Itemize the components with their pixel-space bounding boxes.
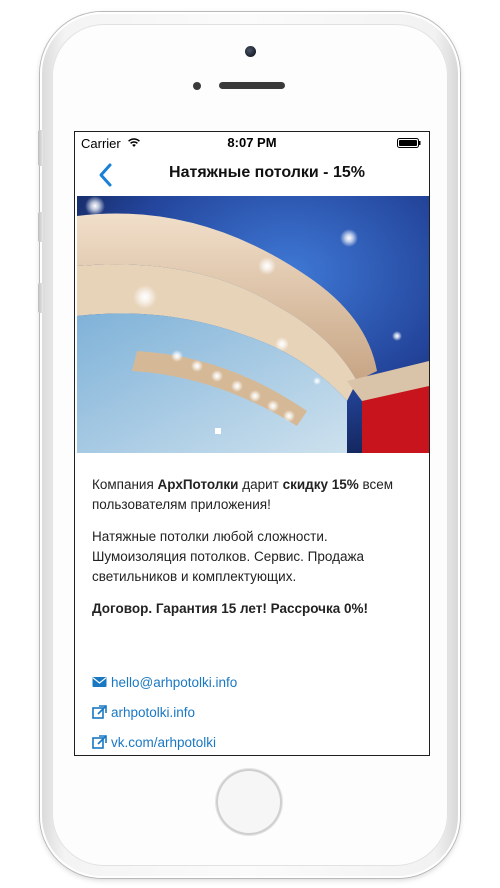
external-link-icon xyxy=(92,705,107,719)
website-link[interactable]: arhpotolki.info xyxy=(92,697,418,727)
proximity-sensor xyxy=(193,82,201,90)
front-camera xyxy=(245,46,256,57)
ceiling-photo xyxy=(77,196,429,453)
earpiece-speaker xyxy=(219,82,285,89)
chevron-left-icon xyxy=(99,163,112,187)
battery-icon xyxy=(397,138,421,148)
hero-image xyxy=(77,196,429,453)
home-button[interactable] xyxy=(216,769,282,835)
intro-text-middle: дарит xyxy=(238,477,283,492)
vk-link[interactable]: vk.com/arhpotolki xyxy=(92,727,418,755)
phone-screen: Carrier 8:07 PM Натяжные потолки - 15% К… xyxy=(74,131,430,756)
discount-text: скидку 15% xyxy=(282,477,359,492)
mute-switch xyxy=(38,130,43,166)
terms-paragraph: Договор. Гарантия 15 лет! Рассрочка 0%! xyxy=(92,599,418,619)
volume-down-button xyxy=(38,283,43,313)
intro-paragraph: Компания АрхПотолки дарит скидку 15% все… xyxy=(92,475,418,515)
navigation-bar: Натяжные потолки - 15% xyxy=(75,154,429,194)
company-name: АрхПотолки xyxy=(157,477,239,492)
terms-text: Договор. Гарантия 15 лет! Рассрочка 0%! xyxy=(92,601,368,616)
external-link-icon xyxy=(92,735,107,749)
back-button[interactable] xyxy=(95,162,119,188)
services-paragraph: Натяжные потолки любой сложности. Шумоиз… xyxy=(92,529,365,584)
envelope-icon xyxy=(92,677,107,687)
description: Компания АрхПотолки дарит скидку 15% все… xyxy=(92,475,418,631)
email-link-text: hello@arhpotolki.info xyxy=(111,674,238,690)
intro-text: Компания xyxy=(92,477,158,492)
app-screenshot: Carrier 8:07 PM Натяжные потолки - 15% К… xyxy=(0,0,500,888)
vk-link-text: vk.com/arhpotolki xyxy=(111,734,217,750)
volume-up-button xyxy=(38,212,43,242)
email-link[interactable]: hello@arhpotolki.info xyxy=(92,667,418,697)
status-bar: Carrier 8:07 PM xyxy=(75,132,429,154)
website-link-text: arhpotolki.info xyxy=(111,704,196,720)
page-title: Натяжные потолки - 15% xyxy=(169,164,365,181)
contact-links: hello@arhpotolki.info arhpotolki.info vk… xyxy=(92,667,418,755)
status-time: 8:07 PM xyxy=(227,135,277,150)
